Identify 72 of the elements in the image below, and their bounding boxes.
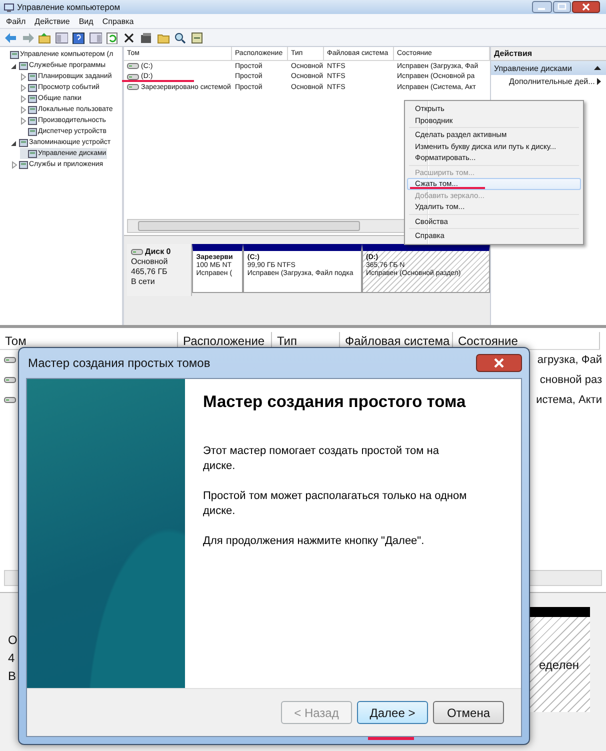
dialog-title: Мастер создания простых томов [27,356,210,370]
disk-info-text: О [8,633,18,647]
disk-size: 465,76 ГБ [131,267,168,276]
folder-tool-icon [28,72,37,82]
drive-icon [127,83,139,92]
annotation-underline [122,80,194,82]
expand-arrow-icon[interactable] [11,160,18,168]
cancel-button[interactable]: Отмена [433,701,504,724]
magnifier-icon[interactable] [174,32,187,44]
table-cell: истема, Акти [536,394,602,406]
drive-icon [4,356,16,364]
table-cell: сновной раз [540,374,602,386]
panel-icon[interactable] [89,32,102,44]
back-arrow-icon[interactable] [4,32,17,44]
annotation-underline [368,737,414,740]
expand-arrow-icon[interactable] [20,106,27,114]
arrow-right-icon [597,78,601,85]
drive-icon [4,396,16,404]
collapse-arrow-icon[interactable] [11,62,18,70]
folder-tool-icon [28,116,37,126]
folder-tool-icon [28,148,37,158]
dialog-heading: Мастер создания простого тома [203,393,467,412]
folder-up-icon[interactable] [38,32,51,44]
folder-icon[interactable] [157,32,170,44]
expand-arrow-icon[interactable] [20,94,27,102]
folder-tool-icon [19,160,28,170]
menu-item[interactable]: Действие [34,16,70,26]
computer-icon [4,2,14,12]
expand-arrow-icon[interactable] [20,84,27,92]
expand-arrow-icon[interactable] [20,116,27,124]
partition-status: еделен [539,658,579,672]
disk-status: В сети [131,277,156,286]
panel-icon[interactable] [55,32,68,44]
close-button[interactable] [572,1,600,13]
folder-tool-icon [10,50,19,60]
folder-tool-icon [28,94,37,104]
close-button[interactable] [476,354,522,372]
menu-item[interactable]: Файл [6,16,26,26]
menu-item[interactable]: Справка [102,16,134,26]
drive-icon [4,376,16,384]
window-title: Управление компьютером [17,2,122,12]
actions-header: Действия [491,47,606,61]
forward-arrow-icon[interactable] [21,32,34,44]
expand-arrow-icon[interactable] [20,72,27,80]
delete-icon[interactable] [123,32,136,44]
maximize-button[interactable] [553,1,571,13]
dialog-text: Для продолжения нажмите кнопку "Далее". [203,534,426,549]
collapse-arrow-icon[interactable] [11,138,18,146]
drive-icon [127,72,139,81]
disk-type: Основной [131,257,169,266]
table-cell: агрузка, Фай [537,354,602,366]
next-button[interactable]: Далее > [357,701,428,724]
dialog-text: Этот мастер помогает создать простой том на диске. [203,444,440,474]
minimize-button[interactable] [532,1,552,13]
folder-tool-icon [28,82,37,92]
collapse-arrow-icon [594,65,601,71]
folder-tool-icon [19,138,28,148]
folder-tool-icon [28,126,37,136]
dialog-text: Простой том может располагаться только на одном диске. [203,489,468,519]
properties-icon[interactable] [140,32,153,44]
disk-info-text: 4 [8,651,16,665]
refresh-icon[interactable] [106,32,119,44]
folder-tool-icon [28,104,37,114]
menu-item[interactable]: Вид [78,16,94,26]
disk-info-text: В [8,669,18,683]
help-icon[interactable] [72,32,85,44]
folder-tool-icon [19,60,28,70]
actions-section[interactable]: Управление дисками [491,61,606,75]
disk-name: Диск 0 [145,247,171,256]
export-icon[interactable] [191,32,204,44]
drive-icon [127,62,139,70]
action-item[interactable]: Дополнительные дей... [491,75,606,88]
